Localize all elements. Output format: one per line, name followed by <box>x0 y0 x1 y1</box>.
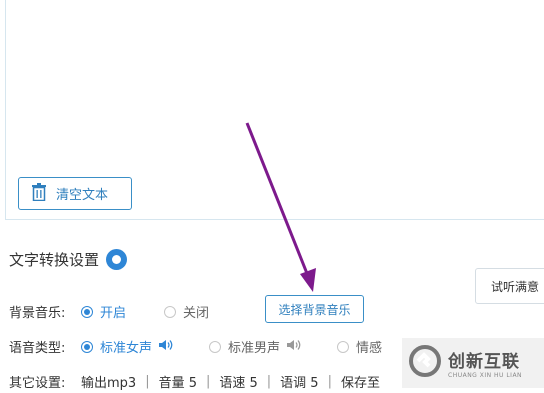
annotation-arrow <box>245 122 316 292</box>
watermark-name: 创新互联 <box>448 352 520 372</box>
watermark: 创新互联 CHUANG XIN HU LIAN <box>402 338 544 388</box>
brand-logo-icon <box>408 344 442 382</box>
watermark-sub: CHUANG XIN HU LIAN <box>448 372 523 379</box>
